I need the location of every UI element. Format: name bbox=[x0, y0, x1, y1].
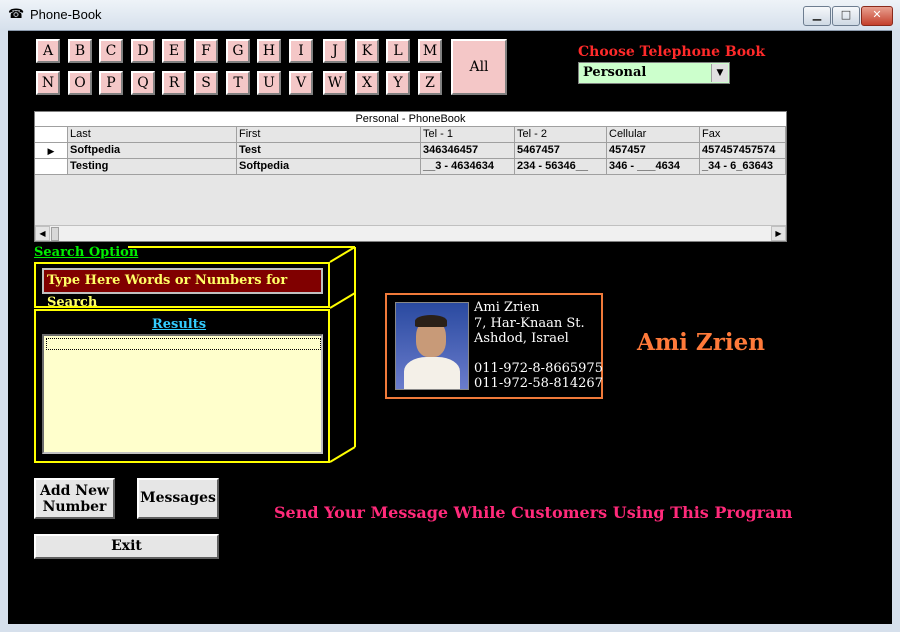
header-selector-cell bbox=[35, 127, 68, 143]
cell-tel2[interactable]: 5467457 bbox=[515, 143, 607, 159]
scroll-thumb[interactable] bbox=[51, 227, 59, 241]
column-header-fax[interactable]: Fax bbox=[700, 127, 786, 143]
letter-button-g[interactable]: G bbox=[226, 39, 250, 63]
selected-contact-name: Ami Zrien bbox=[637, 329, 765, 356]
column-header-first[interactable]: First bbox=[237, 127, 421, 143]
letter-button-o[interactable]: O bbox=[68, 71, 92, 95]
column-header-last[interactable]: Last bbox=[68, 127, 237, 143]
messages-button[interactable]: Messages bbox=[137, 478, 219, 519]
add-button-line1: Add New bbox=[39, 483, 110, 499]
list-item-focus[interactable] bbox=[46, 338, 321, 350]
cell-last[interactable]: Softpedia bbox=[68, 143, 237, 159]
letter-button-t[interactable]: T bbox=[226, 71, 250, 95]
card-phone-1: 011-972-8-8665975 bbox=[474, 361, 603, 376]
results-title: Results bbox=[151, 317, 207, 332]
letter-button-n[interactable]: N bbox=[36, 71, 60, 95]
chevron-down-icon[interactable]: ▼ bbox=[711, 64, 728, 82]
letter-button-w[interactable]: W bbox=[323, 71, 347, 95]
search-option-title: Search Option bbox=[34, 245, 139, 260]
window-frame-bottom bbox=[0, 624, 900, 632]
phonebook-select-value: Personal bbox=[583, 65, 647, 80]
current-row-marker-icon: ▶ bbox=[35, 143, 68, 159]
maximize-button[interactable]: □ bbox=[832, 6, 860, 26]
letter-button-s[interactable]: S bbox=[194, 71, 218, 95]
grid-caption: Personal - PhoneBook bbox=[35, 112, 786, 127]
letter-button-u[interactable]: U bbox=[257, 71, 281, 95]
phone-icon: ☎ bbox=[8, 7, 25, 22]
all-button[interactable]: All bbox=[451, 39, 507, 95]
photo-hair bbox=[415, 315, 447, 327]
letter-button-r[interactable]: R bbox=[162, 71, 186, 95]
column-header-tel2[interactable]: Tel - 2 bbox=[515, 127, 607, 143]
letter-button-a[interactable]: A bbox=[36, 39, 60, 63]
cell-last[interactable]: Testing bbox=[68, 159, 237, 175]
cell-cellular[interactable]: 346 - ___4634 bbox=[607, 159, 700, 175]
photo-shirt bbox=[404, 357, 460, 389]
horizontal-scrollbar[interactable]: ◀ ▶ bbox=[35, 225, 786, 241]
cell-fax[interactable]: 457457457574 bbox=[700, 143, 786, 159]
letter-button-m[interactable]: M bbox=[418, 39, 442, 63]
letter-button-j[interactable]: J bbox=[323, 39, 347, 63]
letter-button-k[interactable]: K bbox=[355, 39, 379, 63]
promo-message: Send Your Message While Customers Using … bbox=[274, 503, 793, 522]
card-phone-2: 011-972-58-814267 bbox=[474, 376, 603, 391]
cell-cellular[interactable]: 457457 bbox=[607, 143, 700, 159]
close-button[interactable]: ✕ bbox=[861, 6, 893, 26]
letter-button-x[interactable]: X bbox=[355, 71, 379, 95]
letter-button-z[interactable]: Z bbox=[418, 71, 442, 95]
letter-button-f[interactable]: F bbox=[194, 39, 218, 63]
results-list[interactable] bbox=[42, 334, 323, 454]
letter-button-e[interactable]: E bbox=[162, 39, 186, 63]
choose-book-label: Choose Telephone Book bbox=[578, 44, 766, 60]
cell-first[interactable]: Softpedia bbox=[237, 159, 421, 175]
letter-button-y[interactable]: Y bbox=[386, 71, 410, 95]
cell-tel2[interactable]: 234 - 56346__ bbox=[515, 159, 607, 175]
search-input[interactable]: Type Here Words or Numbers for Search bbox=[42, 268, 323, 310]
letter-button-l[interactable]: L bbox=[386, 39, 410, 63]
cell-fax[interactable]: _34 - 6_63643 bbox=[700, 159, 786, 175]
exit-button[interactable]: Exit bbox=[34, 534, 219, 559]
card-name: Ami Zrien bbox=[474, 300, 540, 315]
scroll-right-icon[interactable]: ▶ bbox=[771, 226, 786, 241]
cell-tel1[interactable]: 346346457 bbox=[421, 143, 515, 159]
letter-button-d[interactable]: D bbox=[131, 39, 155, 63]
phonebook-select[interactable]: Personal ▼ bbox=[578, 62, 730, 84]
letter-button-b[interactable]: B bbox=[68, 39, 92, 63]
title-bar: ☎ Phone-Book ▁ □ ✕ bbox=[0, 0, 900, 31]
card-address-line1: 7, Har-Knaan St. bbox=[474, 316, 585, 331]
minimize-button[interactable]: ▁ bbox=[803, 6, 831, 26]
column-header-tel1[interactable]: Tel - 1 bbox=[421, 127, 515, 143]
phonebook-grid[interactable]: Personal - PhoneBook Last First Tel - 1 … bbox=[34, 111, 787, 242]
scroll-left-icon[interactable]: ◀ bbox=[35, 226, 50, 241]
letter-button-q[interactable]: Q bbox=[131, 71, 155, 95]
cell-tel1[interactable]: __3 - 4634634 bbox=[421, 159, 515, 175]
add-button-line2: Number bbox=[42, 499, 107, 515]
letter-button-h[interactable]: H bbox=[257, 39, 281, 63]
row-selector-cell bbox=[35, 159, 68, 175]
add-new-number-button[interactable]: Add New Number bbox=[34, 478, 115, 519]
window-frame-left bbox=[0, 30, 8, 632]
window-title: Phone-Book bbox=[30, 7, 102, 22]
card-address-line2: Ashdod, Israel bbox=[474, 331, 569, 346]
contact-photo bbox=[395, 302, 469, 390]
cell-first[interactable]: Test bbox=[237, 143, 421, 159]
letter-button-v[interactable]: V bbox=[289, 71, 313, 95]
letter-button-p[interactable]: P bbox=[99, 71, 123, 95]
letter-button-c[interactable]: C bbox=[99, 39, 123, 63]
letter-button-i[interactable]: I bbox=[289, 39, 313, 63]
window-frame-right bbox=[892, 30, 900, 632]
column-header-cellular[interactable]: Cellular bbox=[607, 127, 700, 143]
